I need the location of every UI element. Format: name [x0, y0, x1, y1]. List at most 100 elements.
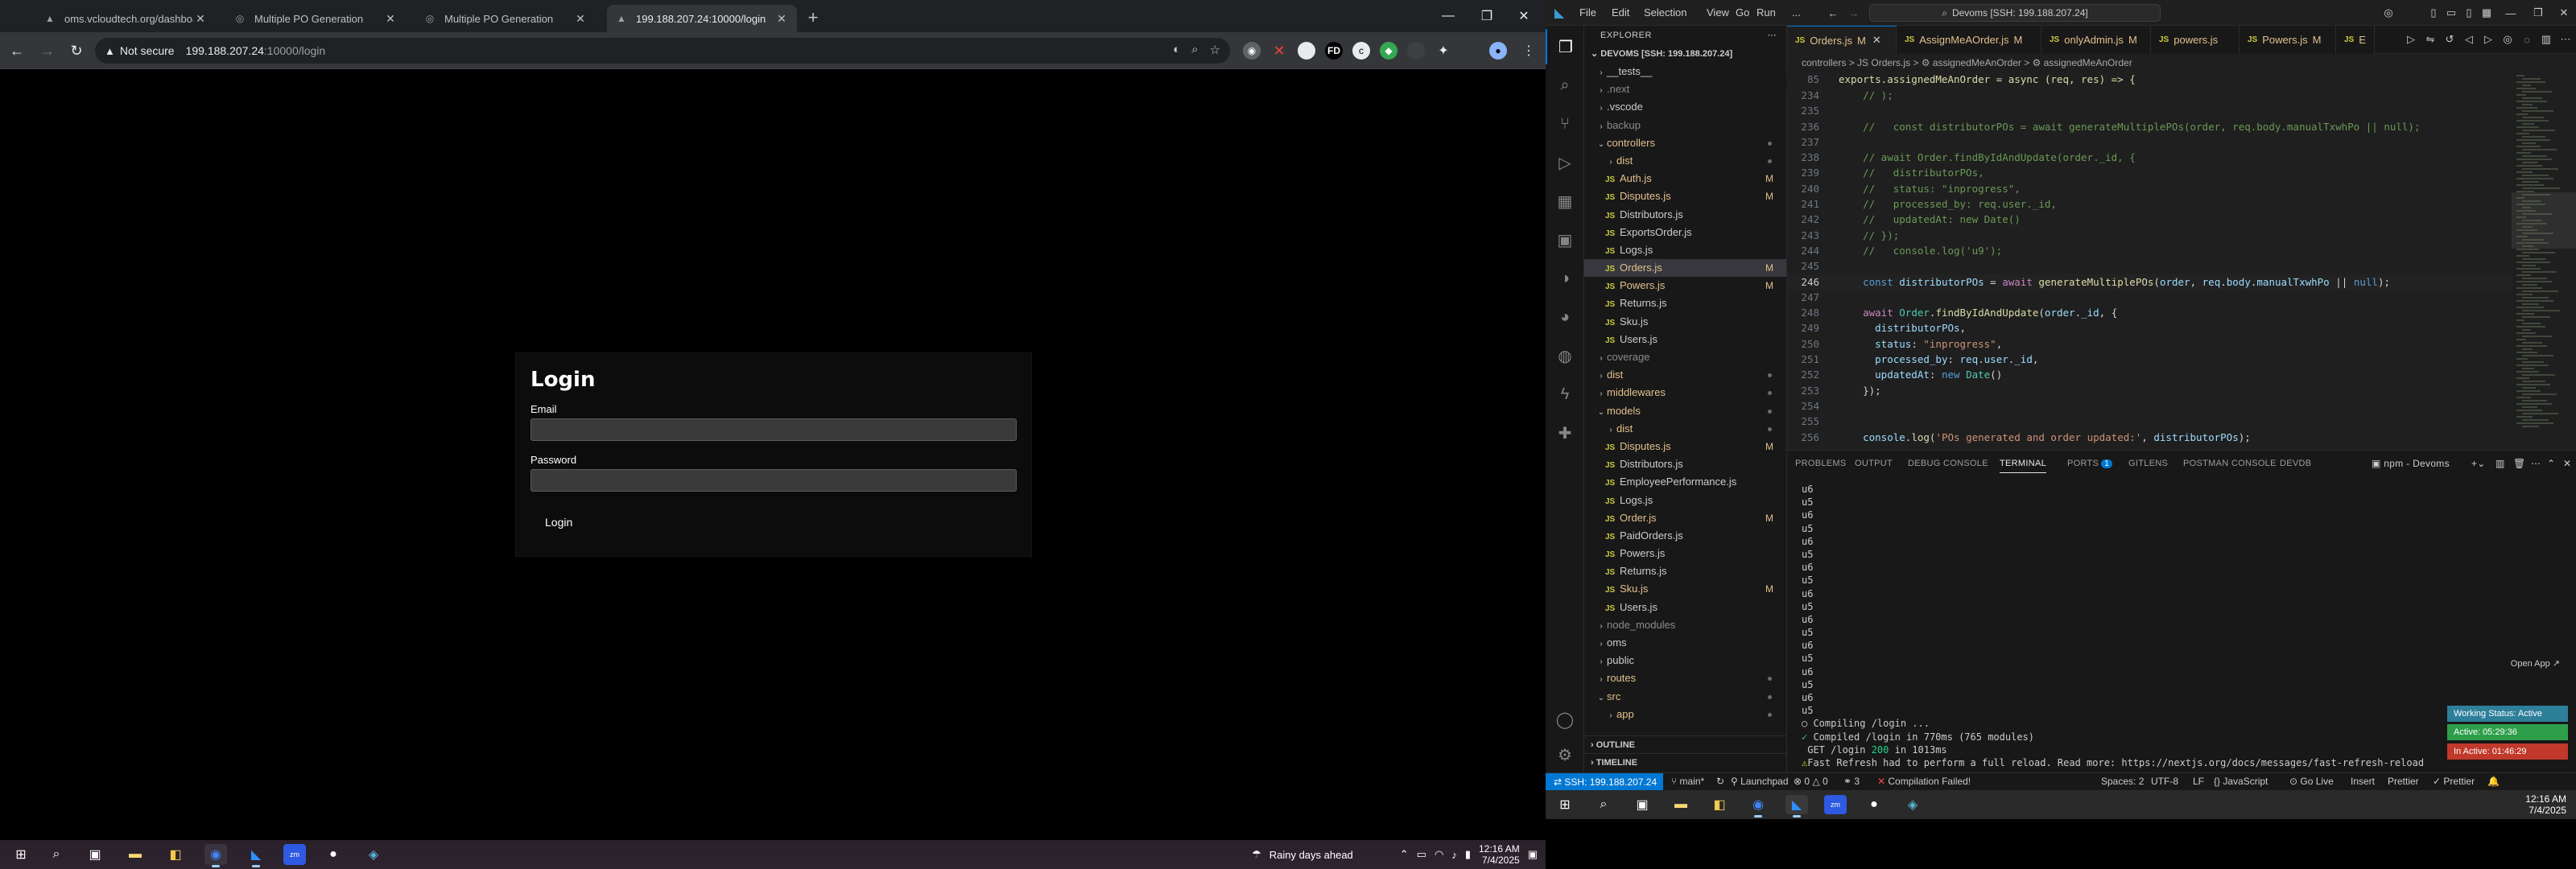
code-line[interactable]: 243 // }); [1787, 228, 2512, 243]
more-actions-icon[interactable]: ⋯ [1768, 26, 1777, 45]
code-line[interactable]: 239 // distributorPOs, [1787, 165, 2512, 180]
dark-extension-icon[interactable] [1407, 42, 1425, 60]
terminal-output[interactable]: u6 u5 u6 u5 u6 u5 u6 u5 u6 u5 u6 u5 u6 u5 u6 u5 u6 u5 ○ Co… [1802, 483, 2558, 781]
browser-tab-1[interactable]: ▲ oms.vcloudtech.org/dashboard ✕ [35, 5, 216, 32]
clock[interactable]: 12:16 AM 7/4/2025 [2525, 793, 2566, 816]
tree-file[interactable]: JS Distributors.js [1584, 455, 1786, 473]
store-icon[interactable]: ◧ [164, 844, 187, 865]
settings-gear-icon[interactable]: ⚙ [1546, 737, 1584, 772]
tree-file[interactable]: JS PaidOrders.js [1584, 527, 1786, 545]
editor-tab-orders[interactable]: JS Orders.js M ✕ [1787, 26, 1897, 54]
editor-tab-onlyadmin[interactable]: JS onlyAdmin.js M [2041, 26, 2151, 54]
tree-folder[interactable]: › dist [1584, 152, 1786, 170]
layout-custom-icon[interactable]: ▦ [2479, 6, 2494, 20]
ports-status[interactable]: ⚭ 3 [1843, 776, 1860, 787]
layout-panel-icon[interactable]: ▭ [2444, 6, 2458, 20]
database-icon[interactable]: ◍ [1546, 338, 1584, 373]
tree-file[interactable]: JS Users.js [1584, 331, 1786, 348]
split-terminal-icon[interactable]: ▥ [2496, 458, 2505, 469]
tree-folder[interactable]: › coverage [1584, 348, 1786, 366]
teal-app-icon[interactable]: ◈ [362, 844, 385, 865]
forward-button[interactable]: → [37, 40, 58, 61]
file-explorer-icon[interactable]: ▬ [1670, 795, 1692, 814]
tab-devdb[interactable]: DEVDB [2280, 459, 2311, 468]
gitlens-history-icon[interactable]: ↺ [2442, 32, 2457, 47]
minimap[interactable] [2512, 72, 2576, 450]
tree-file[interactable]: JS Powers.js M [1584, 277, 1786, 294]
code-line[interactable]: 235 [1787, 103, 2512, 118]
git-compare-icon[interactable]: ◁ [2462, 32, 2476, 47]
tree-folder[interactable]: › oms [1584, 634, 1786, 652]
address-bar[interactable]: ▲ Not secure 199.188.207.24:10000/login … [95, 38, 1230, 64]
tree-file[interactable]: JS Returns.js [1584, 562, 1786, 580]
tree-folder[interactable]: › dist [1584, 366, 1786, 384]
red-x-extension-icon[interactable]: ✕ [1270, 42, 1288, 60]
tree-file[interactable]: JS Logs.js [1584, 492, 1786, 509]
search-icon[interactable]: ⌕ [45, 844, 68, 865]
extensions-icon[interactable]: ▦ [1546, 183, 1584, 219]
close-tab-icon[interactable]: ✕ [774, 11, 789, 26]
weather-label[interactable]: Rainy days ahead [1269, 849, 1353, 861]
code-line[interactable]: 234 // ); [1787, 88, 2512, 103]
code-line[interactable]: 253 }); [1787, 383, 2512, 398]
new-terminal-icon[interactable]: +⌄ [2471, 458, 2486, 469]
menu-go[interactable]: Go [1736, 6, 1749, 19]
project-root[interactable]: ⌄ DEVOMS [SSH: 199.188.207.24] [1584, 45, 1786, 63]
inactive-time-badge[interactable]: In Active: 01:46:29 [2447, 743, 2568, 760]
run-debug-icon[interactable]: ▷ [1546, 145, 1584, 180]
code-line[interactable]: 240 // status: "inprogress", [1787, 181, 2512, 196]
editor-tab-powers-lower[interactable]: JS powers.js [2151, 26, 2240, 54]
tree-file[interactable]: JS Disputes.js M [1584, 187, 1786, 205]
code-line[interactable]: 236 // const distributorPOs = await gene… [1787, 119, 2512, 134]
notifications-bell-icon[interactable]: 🔔 [2487, 776, 2500, 787]
code-line[interactable]: 252 updatedAt: new Date() [1787, 367, 2512, 382]
tree-folder[interactable]: › dist [1584, 420, 1786, 438]
tree-file[interactable]: JS Disputes.js M [1584, 438, 1786, 455]
code-line[interactable]: 246 const distributorPOs = await generat… [1787, 274, 2512, 290]
working-status-badge[interactable]: Working Status: Active [2447, 706, 2568, 722]
editor-tab-truncated[interactable]: JS E [2336, 26, 2375, 54]
chrome-taskbar-icon[interactable]: ◉ [1747, 795, 1769, 818]
insert-mode-status[interactable]: Insert [2351, 776, 2375, 787]
tree-folder[interactable]: › .vscode [1584, 98, 1786, 116]
task-view-icon[interactable]: ▣ [84, 844, 106, 865]
nav-back-icon[interactable]: ← [1826, 6, 1840, 20]
password-field[interactable] [530, 469, 1017, 492]
tree-file[interactable]: JS Orders.js M [1584, 259, 1786, 278]
back-button[interactable]: ← [6, 40, 27, 61]
code-line[interactable]: 255 [1787, 414, 2512, 429]
prettier-status-1[interactable]: Prettier [2388, 776, 2419, 787]
tree-folder[interactable]: ⌄ src [1584, 688, 1786, 706]
account-icon[interactable]: ◯ [1546, 702, 1584, 737]
puzzle-extensions-icon[interactable]: ✦ [1435, 42, 1452, 60]
terminal-selector[interactable]: ▣ npm - Devoms [2372, 458, 2450, 469]
code-line[interactable]: 248 await Order.findByIdAndUpdate(order.… [1787, 305, 2512, 320]
restore-icon[interactable]: ❐ [2531, 6, 2545, 20]
copilot-icon[interactable]: ◎ [2381, 6, 2396, 20]
search-icon[interactable]: ⌕ [1546, 68, 1584, 103]
tab-debug-console[interactable]: DEBUG CONSOLE [1908, 459, 1988, 468]
tree-file[interactable]: JS Sku.js [1584, 313, 1786, 331]
code-line[interactable]: 244 // console.log('u9'); [1787, 243, 2512, 258]
code-line[interactable]: 242 // updatedAt: new Date() [1787, 212, 2512, 227]
tree-folder[interactable]: ⌄ models [1584, 402, 1786, 420]
browser-tab-3[interactable]: ◎ Multiple PO Generation ✕ [415, 5, 596, 32]
tree-folder[interactable]: ⌄ controllers [1584, 134, 1786, 152]
search-icon[interactable]: ⌕ [1592, 795, 1615, 814]
store-icon[interactable]: ◧ [1708, 795, 1731, 814]
tree-folder[interactable]: › .next [1584, 80, 1786, 98]
notification-icon[interactable]: ▣ [1528, 848, 1538, 861]
explorer-icon[interactable]: ❐ [1546, 29, 1584, 64]
reload-button[interactable]: ↻ [66, 40, 87, 61]
outline-section[interactable]: › OUTLINE [1584, 735, 1787, 753]
zm-app-icon[interactable]: zm [283, 844, 306, 865]
postman-icon[interactable]: ◕ [1546, 299, 1584, 335]
tree-file[interactable]: JS Auth.js M [1584, 170, 1786, 187]
editor-more-icon[interactable]: ⋯ [2558, 32, 2573, 47]
tab-output[interactable]: OUTPUT [1855, 459, 1893, 468]
run-file-icon[interactable]: ▷ [2404, 32, 2418, 47]
file-explorer-icon[interactable]: ▬ [124, 844, 147, 865]
c-extension-icon[interactable]: c [1352, 42, 1370, 60]
tab-terminal[interactable]: TERMINAL [2000, 459, 2047, 473]
tree-file[interactable]: JS Powers.js [1584, 545, 1786, 562]
